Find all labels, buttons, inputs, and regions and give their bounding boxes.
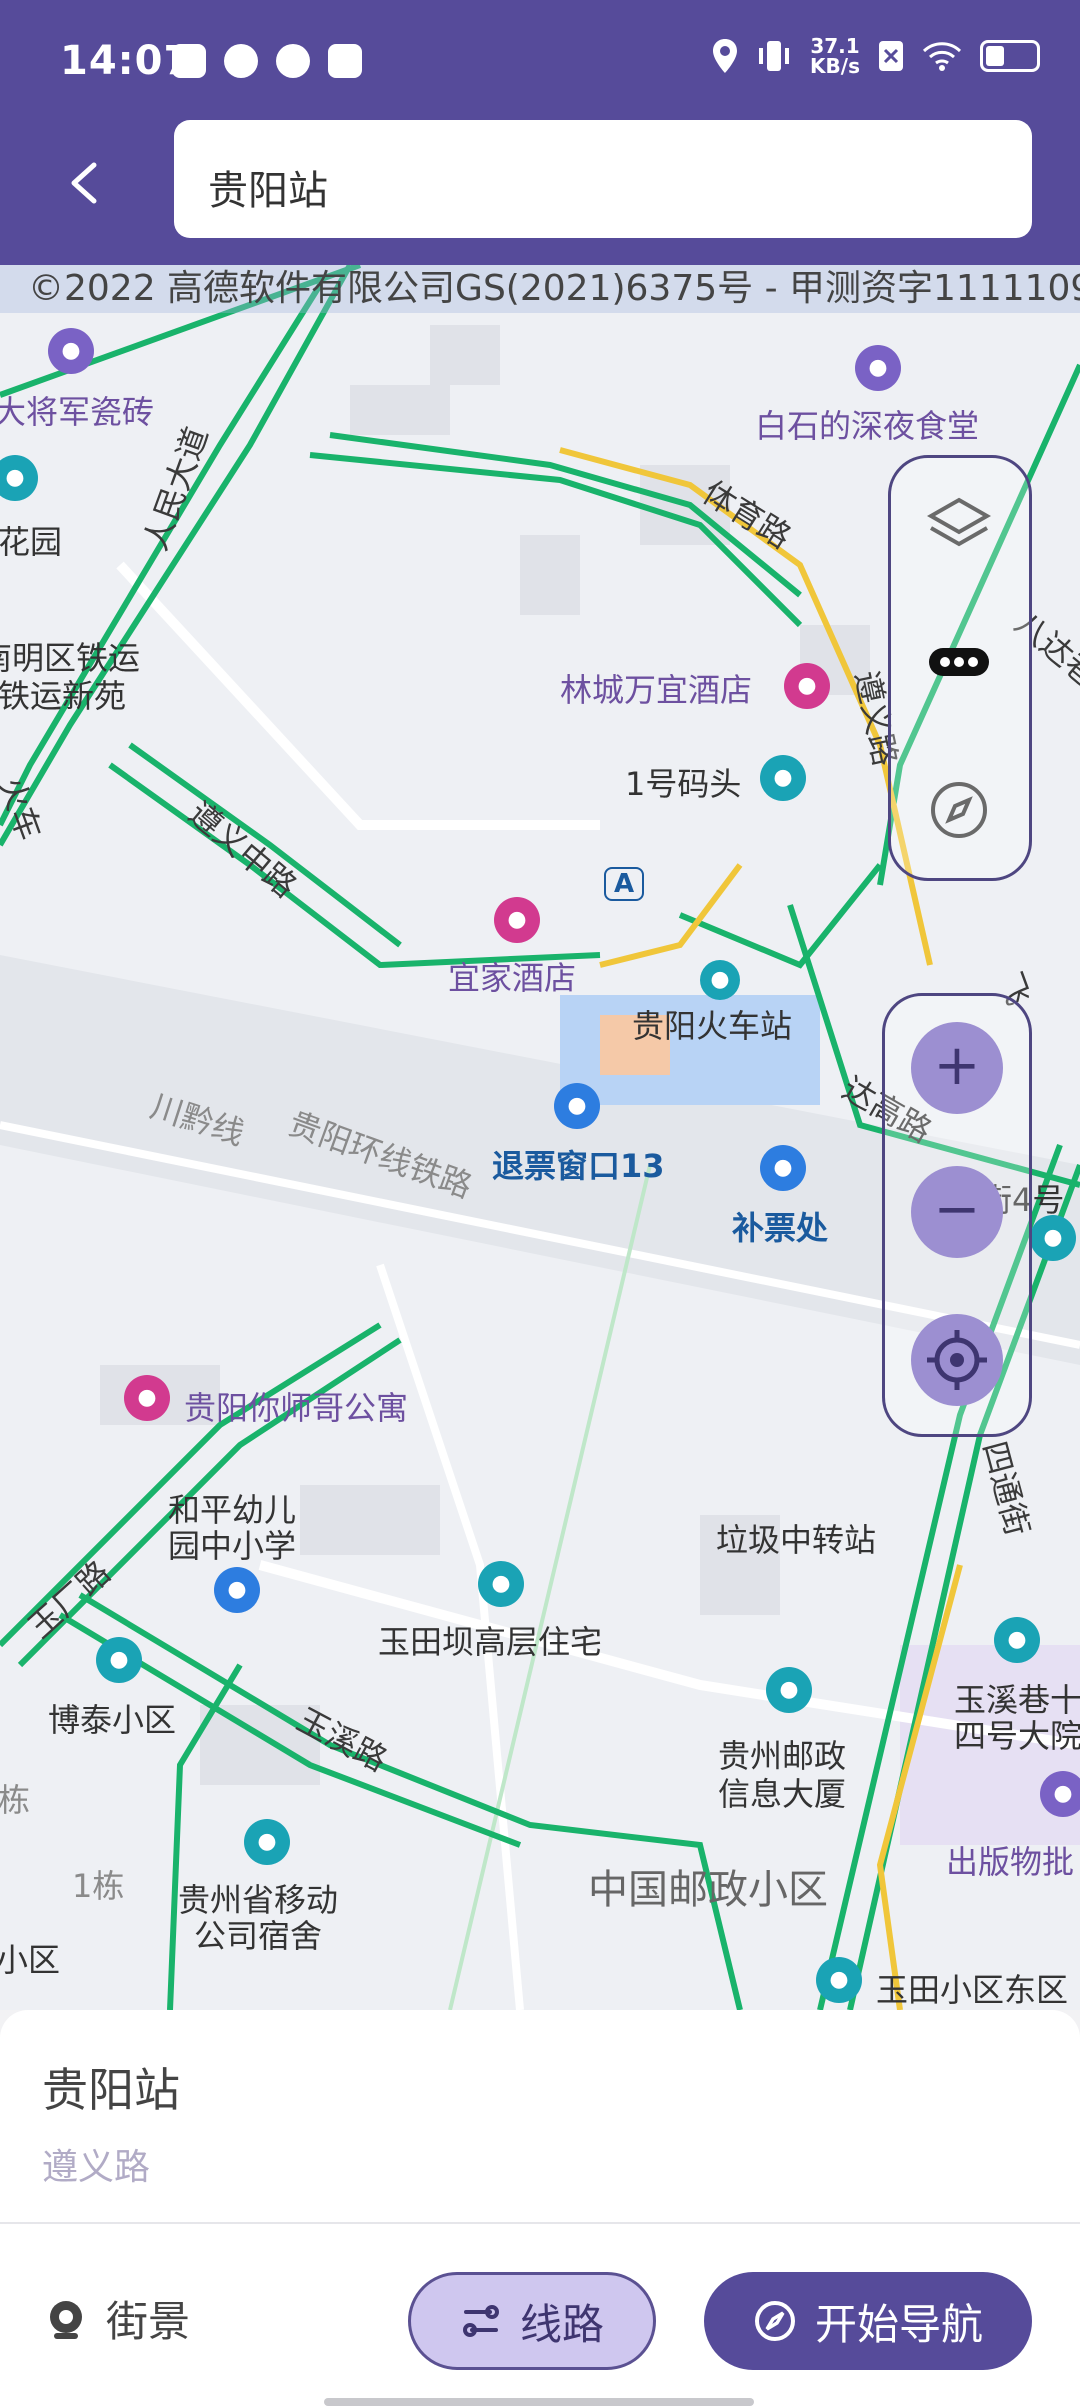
place-name: 贵阳站 <box>42 2063 180 2117</box>
poi-label[interactable]: 信息大厦 <box>718 1769 846 1815</box>
poi-label[interactable]: 贵阳你师哥公寓 <box>184 1383 408 1429</box>
notification-icons <box>172 44 362 78</box>
poi-label[interactable]: 退票窗口13 <box>492 1141 665 1187</box>
shop-pin-icon[interactable]: ● <box>1040 1771 1080 1817</box>
poi-label[interactable]: 大将军瓷砖 <box>0 387 154 433</box>
more-icon[interactable] <box>927 644 991 680</box>
app-icon <box>224 44 258 78</box>
building-pin-icon[interactable]: ● <box>478 1561 524 1607</box>
layers-icon[interactable] <box>927 494 991 554</box>
ticket-pin-icon[interactable]: ● <box>760 1145 806 1191</box>
locate-button[interactable] <box>911 1314 1003 1406</box>
train-station-icon[interactable]: ● <box>700 960 740 1000</box>
location-icon <box>713 39 738 73</box>
poi-label[interactable]: 宜家酒店 <box>448 953 576 999</box>
shopping-bag-pin-icon[interactable]: ● <box>855 345 901 391</box>
poi-label[interactable]: 林城万宜酒店 <box>560 665 752 711</box>
poi-label[interactable]: 园中小学 <box>168 1521 296 1567</box>
zoom-out-button[interactable]: − <box>911 1166 1003 1258</box>
zoom-in-button[interactable]: + <box>911 1022 1003 1114</box>
poi-label[interactable]: 出版物批 <box>946 1837 1074 1883</box>
net-speed: 37.1 KB/s <box>810 36 860 76</box>
navigation-icon <box>754 2301 795 2341</box>
building-pin-icon[interactable]: ● <box>760 755 806 801</box>
start-navigation-label: 开始导航 <box>814 2299 983 2349</box>
cat-icon <box>276 44 310 78</box>
place-address: 遵义路 <box>42 2147 151 2188</box>
divider <box>0 2222 1080 2224</box>
mail-icon <box>172 44 206 78</box>
poi-label[interactable]: 博泰小区 <box>48 1695 176 1741</box>
camera-icon <box>50 2300 82 2339</box>
poi-label[interactable]: 玉田坝高层住宅 <box>378 1617 602 1663</box>
poi-label[interactable]: 花园 <box>0 517 62 563</box>
net-speed-value: 37.1 <box>810 34 860 58</box>
zoom-panel: + − <box>882 993 1032 1437</box>
poi-label: 栋 <box>0 1781 31 1819</box>
building-pin-icon[interactable]: ● <box>96 1637 142 1683</box>
search-box[interactable]: 贵阳站 <box>174 120 1032 238</box>
poi-label[interactable]: 垃圾中转站 <box>716 1515 876 1561</box>
poi-label[interactable]: 1号码头 <box>625 759 741 805</box>
building-pin-icon[interactable]: ● <box>1030 1215 1076 1261</box>
vibrate-icon <box>759 41 790 71</box>
street-view-label: 街景 <box>106 2297 191 2346</box>
ticket-pin-icon[interactable]: ● <box>554 1083 600 1129</box>
poi-label[interactable]: 玉田小区东区 <box>876 1965 1068 2010</box>
exit-marker[interactable]: A <box>604 867 645 901</box>
map-copyright: ©2022 高德软件有限公司GS(2021)6375号 - 甲测资字111110… <box>0 265 1080 313</box>
compass-icon[interactable] <box>927 778 991 842</box>
map-tools-panel <box>888 455 1032 881</box>
street-view-button[interactable]: 街景 <box>44 2288 190 2349</box>
building-pin-icon[interactable]: ● <box>766 1667 812 1713</box>
status-right: 37.1 KB/s <box>712 36 1040 76</box>
building-pin-icon[interactable]: ● <box>994 1617 1040 1663</box>
poi-label[interactable]: 小区 <box>0 1935 60 1981</box>
poi-label[interactable]: 公司宿舍 <box>194 1911 322 1957</box>
app-header: 贵阳站 <box>0 115 1080 265</box>
search-query: 贵阳站 <box>208 168 328 214</box>
building-pin-icon[interactable]: ● <box>816 1957 862 2003</box>
net-speed-unit: KB/s <box>810 54 860 78</box>
poi-label: 1栋 <box>72 1867 125 1905</box>
poi-label[interactable]: 四号大院 <box>954 1711 1080 1757</box>
area-label: 中国邮政小区 <box>588 1867 828 1913</box>
sim-icon <box>879 41 903 71</box>
building-pin-icon[interactable]: ● <box>244 1819 290 1865</box>
poi-label[interactable]: 补票处 <box>732 1203 828 1249</box>
poi-label[interactable]: 白石的深夜食堂 <box>755 401 979 447</box>
status-bar: 14:07 37.1 KB/s <box>0 0 1080 115</box>
wifi-icon <box>922 42 962 71</box>
locate-icon <box>927 1330 987 1390</box>
back-arrow-icon[interactable] <box>58 153 114 213</box>
shop-pin-icon[interactable]: ● <box>48 328 94 374</box>
poi-label[interactable]: 铁运新苑 <box>0 671 126 717</box>
route-button[interactable]: 线路 <box>408 2272 656 2370</box>
place-info-sheet[interactable]: 贵阳站 遵义路 街景 线路 开始导航 <box>0 2010 1080 2408</box>
hotel-pin-icon[interactable]: ● <box>784 663 830 709</box>
route-label: 线路 <box>519 2299 604 2349</box>
wallet-icon <box>328 44 362 78</box>
home-indicator[interactable] <box>324 2398 754 2406</box>
hotel-pin-icon[interactable]: ● <box>124 1375 170 1421</box>
poi-label[interactable]: 贵阳火车站 <box>632 1001 792 1047</box>
hotel-pin-icon[interactable]: ● <box>494 897 540 943</box>
route-icon <box>462 2305 499 2337</box>
start-navigation-button[interactable]: 开始导航 <box>704 2272 1032 2370</box>
battery-icon <box>980 40 1040 72</box>
map-view[interactable]: ©2022 高德软件有限公司GS(2021)6375号 - 甲测资字111110… <box>0 265 1080 2010</box>
school-pin-icon[interactable]: ● <box>214 1567 260 1613</box>
